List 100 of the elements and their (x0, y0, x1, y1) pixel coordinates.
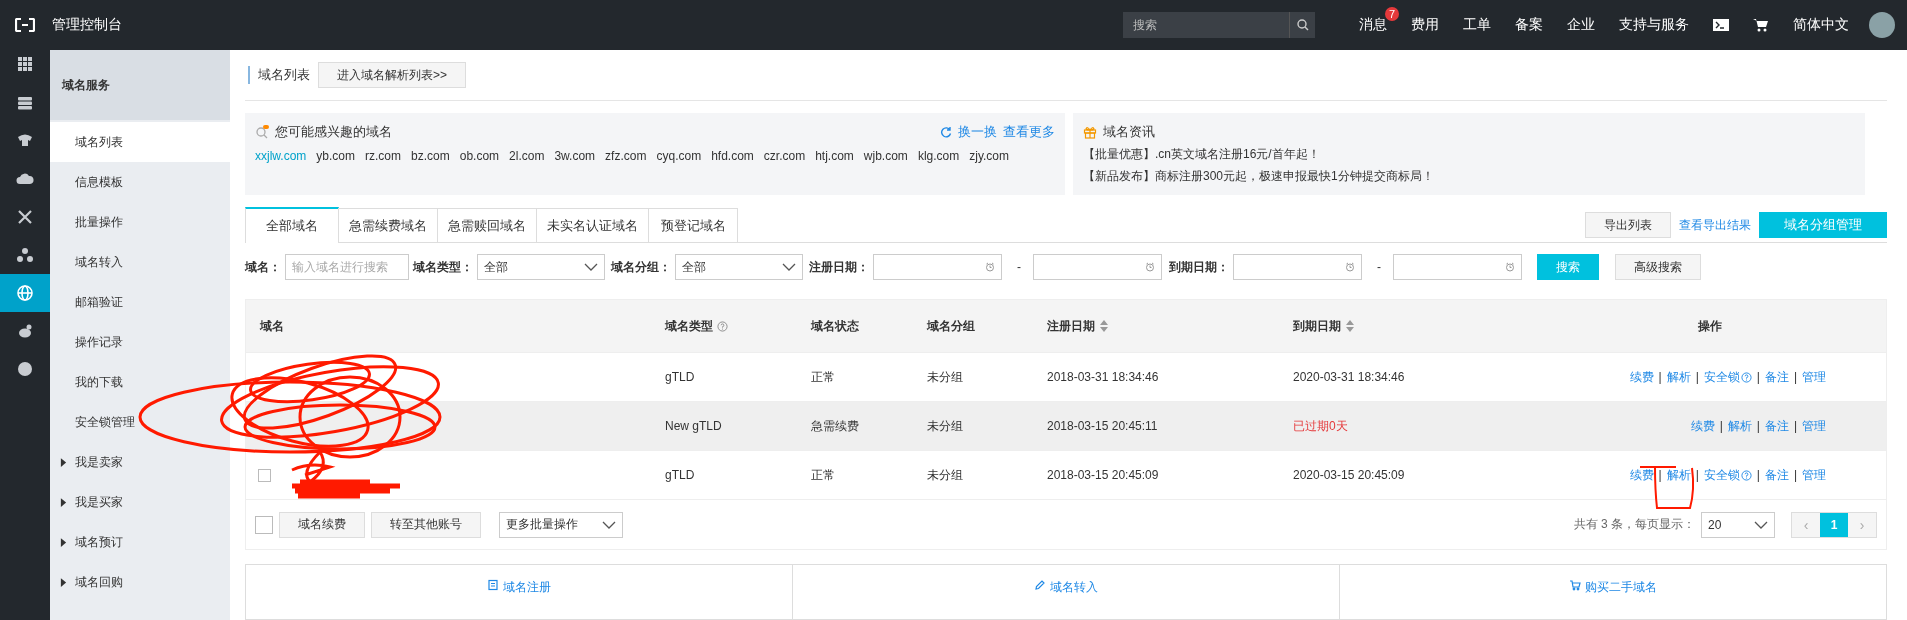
date-field[interactable] (1033, 254, 1162, 281)
filter-select[interactable]: 全部 (675, 254, 803, 281)
sort-icon[interactable] (1099, 319, 1109, 334)
export-results-link[interactable]: 查看导出结果 (1679, 216, 1751, 234)
sidebar-item[interactable]: 安全锁管理 (50, 402, 230, 442)
panel-link[interactable]: 换一换 (958, 123, 997, 141)
filter-label: 到期日期： (1169, 258, 1229, 276)
action-link[interactable]: 管理 (1802, 466, 1826, 484)
help-icon (1740, 371, 1752, 383)
action-link[interactable]: 备注 (1764, 368, 1789, 386)
news-item[interactable]: 【新品发布】商标注册300元起，极速申报最快1分钟提交商标局！ (1083, 168, 1855, 185)
sidebar-item[interactable]: 信息模板 (50, 162, 230, 202)
nav-link[interactable]: 备案 (1515, 16, 1543, 32)
gift-icon (1083, 125, 1097, 139)
domain-link[interactable]: klg.com (917, 149, 960, 163)
clock-icon (1145, 262, 1155, 273)
caret-right-icon[interactable] (60, 457, 67, 467)
sidebar-item[interactable]: 邮箱验证 (50, 282, 230, 322)
domain-link[interactable]: htj.com (815, 149, 854, 163)
action-link[interactable]: 管理 (1802, 368, 1826, 386)
sidebar-item[interactable]: 批量操作 (50, 202, 230, 242)
sidebar-group[interactable]: 域名回购 (75, 573, 123, 591)
action-link[interactable]: 续费 (1629, 368, 1654, 386)
tab[interactable]: 预登记域名 (648, 208, 738, 243)
action-link[interactable]: 安全锁 (1703, 368, 1740, 386)
news-item[interactable]: 【批量优惠】.cn英文域名注册16元/首年起！ (1083, 146, 1855, 163)
bulk-select[interactable]: 更多批量操作 (499, 511, 623, 538)
search-button[interactable] (1289, 12, 1315, 38)
nav-link[interactable]: 企业 (1567, 16, 1595, 32)
nav-link[interactable]: 工单 (1463, 16, 1491, 32)
panel-link[interactable]: 查看更多 (1003, 123, 1055, 141)
nav-link[interactable]: 支持与服务 (1619, 16, 1689, 32)
search-field[interactable]: 搜索 (1123, 12, 1289, 38)
table-cell: 2018-03-15 20:45:11 (1047, 419, 1158, 434)
sidebar-group[interactable]: 域名预订 (75, 533, 123, 551)
domain-link[interactable]: czr.com (763, 149, 806, 163)
domain-search-field[interactable]: 输入域名进行搜索 (285, 254, 409, 281)
date-field[interactable] (1393, 254, 1522, 281)
domain-link[interactable]: bz.com (411, 149, 450, 163)
domain-link[interactable]: hfd.com (711, 149, 754, 163)
language-link[interactable]: 简体中文 (1793, 16, 1849, 34)
separator: | (1719, 419, 1723, 434)
sort-icon[interactable] (1345, 319, 1355, 334)
page-size-select[interactable]: 20 (1701, 511, 1775, 538)
terminal-icon[interactable] (1713, 19, 1729, 31)
caret-right-icon[interactable] (60, 497, 67, 507)
advanced-search-button[interactable]: 高级搜索 (1615, 254, 1701, 281)
select-all-checkbox[interactable] (255, 515, 273, 534)
refresh-icon (940, 126, 952, 138)
action-link[interactable]: 备注 (1764, 466, 1789, 484)
domain-link[interactable]: zjy.com (969, 149, 1009, 163)
action-link[interactable]: 解析 (1666, 368, 1691, 386)
sidebar-item[interactable]: 我的下载 (50, 362, 230, 402)
filter-select[interactable]: 全部 (477, 254, 605, 281)
action-link[interactable]: 安全锁 (1703, 466, 1740, 484)
clock-icon (1345, 262, 1355, 273)
domain-link[interactable]: cyq.com (656, 149, 702, 163)
sidebar-item[interactable]: 操作记录 (50, 322, 230, 362)
domain-link[interactable]: 2l.com (509, 149, 545, 163)
avatar[interactable] (1869, 12, 1895, 38)
nav-link[interactable]: 费用 (1411, 16, 1439, 32)
sidebar-item[interactable]: 域名转入 (50, 242, 230, 282)
date-field[interactable] (873, 254, 1002, 281)
separator: | (1756, 419, 1760, 434)
help-icon (717, 320, 728, 332)
separator: | (1756, 370, 1760, 385)
sidebar-group[interactable]: 我是买家 (75, 493, 123, 511)
action-link[interactable]: 解析 (1666, 466, 1691, 484)
row-checkbox[interactable] (258, 468, 271, 482)
date-field[interactable] (1233, 254, 1362, 281)
nav-link[interactable]: 消息 (1359, 16, 1387, 32)
column-header[interactable]: 到期日期 (1293, 317, 1341, 335)
domain-link[interactable]: wjb.com (863, 149, 908, 163)
sidebar-item[interactable]: 域名列表 (50, 122, 230, 162)
domain-link[interactable]: rz.com (365, 149, 402, 163)
column-header[interactable]: 注册日期 (1047, 317, 1095, 335)
domain-link[interactable]: ob.com (459, 149, 500, 163)
column-header: 域名分组 (927, 317, 975, 335)
table-cell: 正常 (811, 466, 835, 484)
logo-icon[interactable] (15, 18, 35, 32)
sidebar-group[interactable]: 我是卖家 (75, 453, 123, 471)
caret-right-icon[interactable] (60, 577, 67, 587)
table-cell: 急需续费 (811, 417, 859, 435)
service-card[interactable]: 域名转入 (793, 565, 1340, 619)
resolve-list-button[interactable]: 进入域名解析列表>> (318, 62, 466, 88)
domain-link[interactable]: zfz.com (605, 149, 647, 163)
document-icon (487, 579, 499, 592)
export-button[interactable]: 导出列表 (1585, 212, 1671, 239)
domain-link[interactable]: yb.com (316, 149, 356, 163)
action-link[interactable]: 续费 (1629, 466, 1654, 484)
caret-right-icon[interactable] (60, 537, 67, 547)
service-card[interactable]: 域名注册 (246, 565, 793, 619)
tab[interactable]: 全部域名 (245, 207, 339, 244)
bulk-button[interactable]: 域名续费 (279, 511, 365, 538)
search-icon (1296, 19, 1309, 31)
help-icon (1740, 469, 1752, 481)
cart-icon[interactable] (1753, 18, 1769, 32)
service-card[interactable]: 购买二手域名 (1340, 565, 1886, 619)
domain-link[interactable]: 3w.com (554, 149, 596, 163)
bulk-button[interactable]: 转至其他账号 (371, 511, 481, 538)
